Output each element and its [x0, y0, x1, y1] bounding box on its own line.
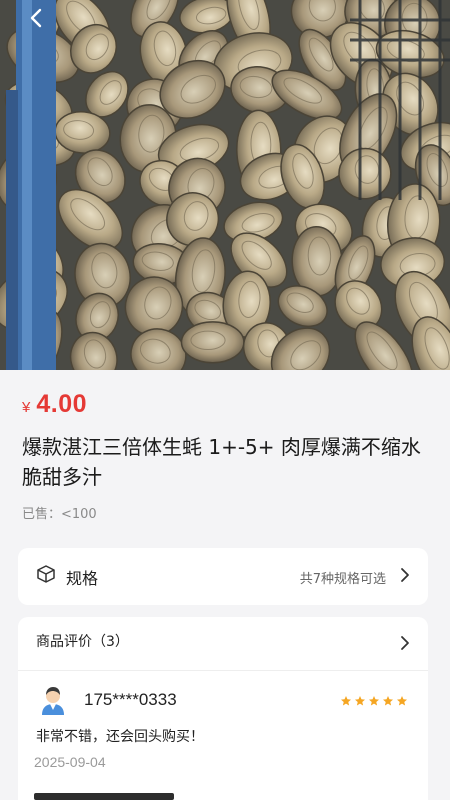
back-button[interactable] [16, 0, 56, 36]
product-info: ¥ 4.00 爆款湛江三倍体生蚝 1+-5+ 肉厚爆满不缩水 脆甜多汁 已售：<… [0, 370, 450, 540]
divider [18, 670, 428, 671]
reviews-section: 商品评价（3） 175****0333 非常不错，还会回头购买！ 2025-09… [18, 617, 428, 800]
price: ¥ 4.00 [22, 390, 87, 419]
chevron-right-icon [401, 568, 409, 582]
spec-selector[interactable]: 规格 共7种规格可选 [18, 548, 428, 605]
product-title: 爆款湛江三倍体生蚝 1+-5+ 肉厚爆满不缩水 脆甜多汁 [22, 435, 421, 489]
review-user: 175****0333 [36, 683, 177, 717]
next-review-peek [34, 793, 174, 800]
spec-label: 规格 [66, 569, 99, 588]
star-icon [383, 696, 393, 706]
price-value: 4.00 [36, 390, 88, 418]
review-text: 非常不错，还会回头购买！ [36, 729, 204, 745]
star-icon [397, 696, 407, 706]
chevron-left-icon [30, 8, 42, 28]
oyster-photo [0, 0, 450, 370]
star-icon [341, 696, 351, 706]
user-avatar-icon [37, 684, 69, 716]
currency-symbol: ¥ [22, 399, 31, 416]
review-username: 175****0333 [84, 690, 177, 709]
star-icon [355, 696, 365, 706]
star-icon [369, 696, 379, 706]
chevron-right-icon[interactable] [400, 635, 410, 651]
product-photo[interactable] [0, 0, 450, 370]
spec-hint: 共7种规格可选 [299, 572, 386, 587]
reviews-header[interactable]: 商品评价（3） [36, 631, 129, 651]
product-detail-page: ¥ 4.00 爆款湛江三倍体生蚝 1+-5+ 肉厚爆满不缩水 脆甜多汁 已售：<… [0, 0, 450, 800]
sold-count: 已售：<100 [22, 507, 97, 522]
review-rating [340, 695, 408, 707]
box-icon [37, 565, 55, 583]
review-date: 2025-09-04 [34, 754, 106, 770]
